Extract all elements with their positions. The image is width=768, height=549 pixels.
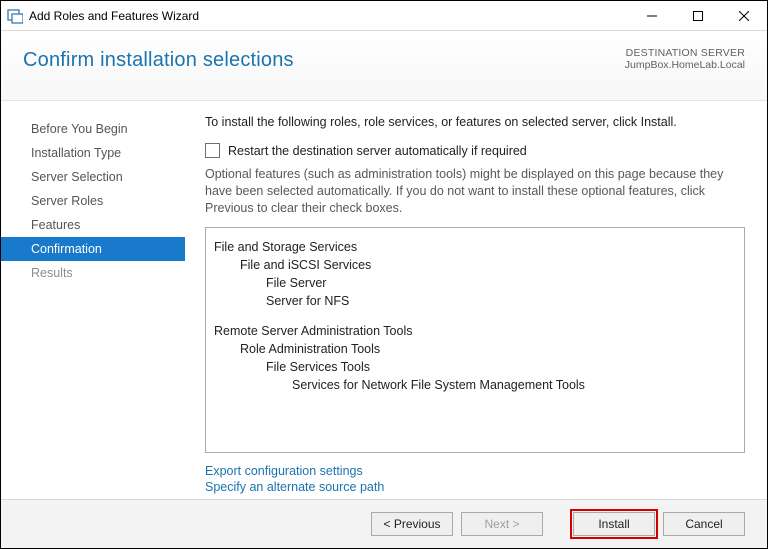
- content-area: To install the following roles, role ser…: [185, 101, 767, 499]
- wizard-step[interactable]: Server Selection: [1, 165, 185, 189]
- restart-row: Restart the destination server automatic…: [205, 143, 745, 158]
- wizard-step[interactable]: Features: [1, 213, 185, 237]
- selection-group: File and Storage ServicesFile and iSCSI …: [214, 238, 732, 310]
- wizard-step[interactable]: Server Roles: [1, 189, 185, 213]
- wizard-body: Before You BeginInstallation TypeServer …: [1, 101, 767, 499]
- wizard-step[interactable]: Installation Type: [1, 141, 185, 165]
- links-block: Export configuration settings Specify an…: [205, 463, 745, 495]
- cancel-button[interactable]: Cancel: [663, 512, 745, 536]
- selection-item: Remote Server Administration Tools: [214, 322, 732, 340]
- app-icon: [7, 8, 23, 24]
- selection-group: Remote Server Administration ToolsRole A…: [214, 322, 732, 394]
- restart-checkbox[interactable]: [205, 143, 220, 158]
- next-button: Next >: [461, 512, 543, 536]
- minimize-button[interactable]: [629, 1, 675, 31]
- window-controls: [629, 1, 767, 31]
- wizard-step[interactable]: Confirmation: [1, 237, 185, 261]
- maximize-button[interactable]: [675, 1, 721, 31]
- close-button[interactable]: [721, 1, 767, 31]
- destination-server-block: DESTINATION SERVER JumpBox.HomeLab.Local: [625, 47, 745, 71]
- wizard-step: Results: [1, 261, 185, 285]
- install-button[interactable]: Install: [573, 512, 655, 536]
- previous-button[interactable]: < Previous: [371, 512, 453, 536]
- restart-label: Restart the destination server automatic…: [228, 144, 527, 158]
- selection-item: File Services Tools: [266, 358, 732, 376]
- export-settings-link[interactable]: Export configuration settings: [205, 463, 745, 479]
- selection-item: Services for Network File System Managem…: [292, 376, 732, 394]
- titlebar: Add Roles and Features Wizard: [1, 1, 767, 31]
- wizard-header: Confirm installation selections DESTINAT…: [1, 31, 767, 101]
- optional-features-note: Optional features (such as administratio…: [205, 166, 745, 217]
- selection-item: File Server: [266, 274, 732, 292]
- alternate-source-link[interactable]: Specify an alternate source path: [205, 479, 745, 495]
- wizard-step[interactable]: Before You Begin: [1, 117, 185, 141]
- selection-item: File and Storage Services: [214, 238, 732, 256]
- selections-box: File and Storage ServicesFile and iSCSI …: [205, 227, 745, 453]
- selection-item: Role Administration Tools: [240, 340, 732, 358]
- selection-item: Server for NFS: [266, 292, 732, 310]
- destination-server-label: DESTINATION SERVER: [625, 47, 745, 59]
- wizard-steps: Before You BeginInstallation TypeServer …: [1, 101, 185, 499]
- selection-item: File and iSCSI Services: [240, 256, 732, 274]
- intro-text: To install the following roles, role ser…: [205, 115, 745, 129]
- wizard-footer: < Previous Next > Install Cancel: [1, 499, 767, 548]
- destination-server-value: JumpBox.HomeLab.Local: [625, 59, 745, 71]
- window-title: Add Roles and Features Wizard: [29, 9, 199, 23]
